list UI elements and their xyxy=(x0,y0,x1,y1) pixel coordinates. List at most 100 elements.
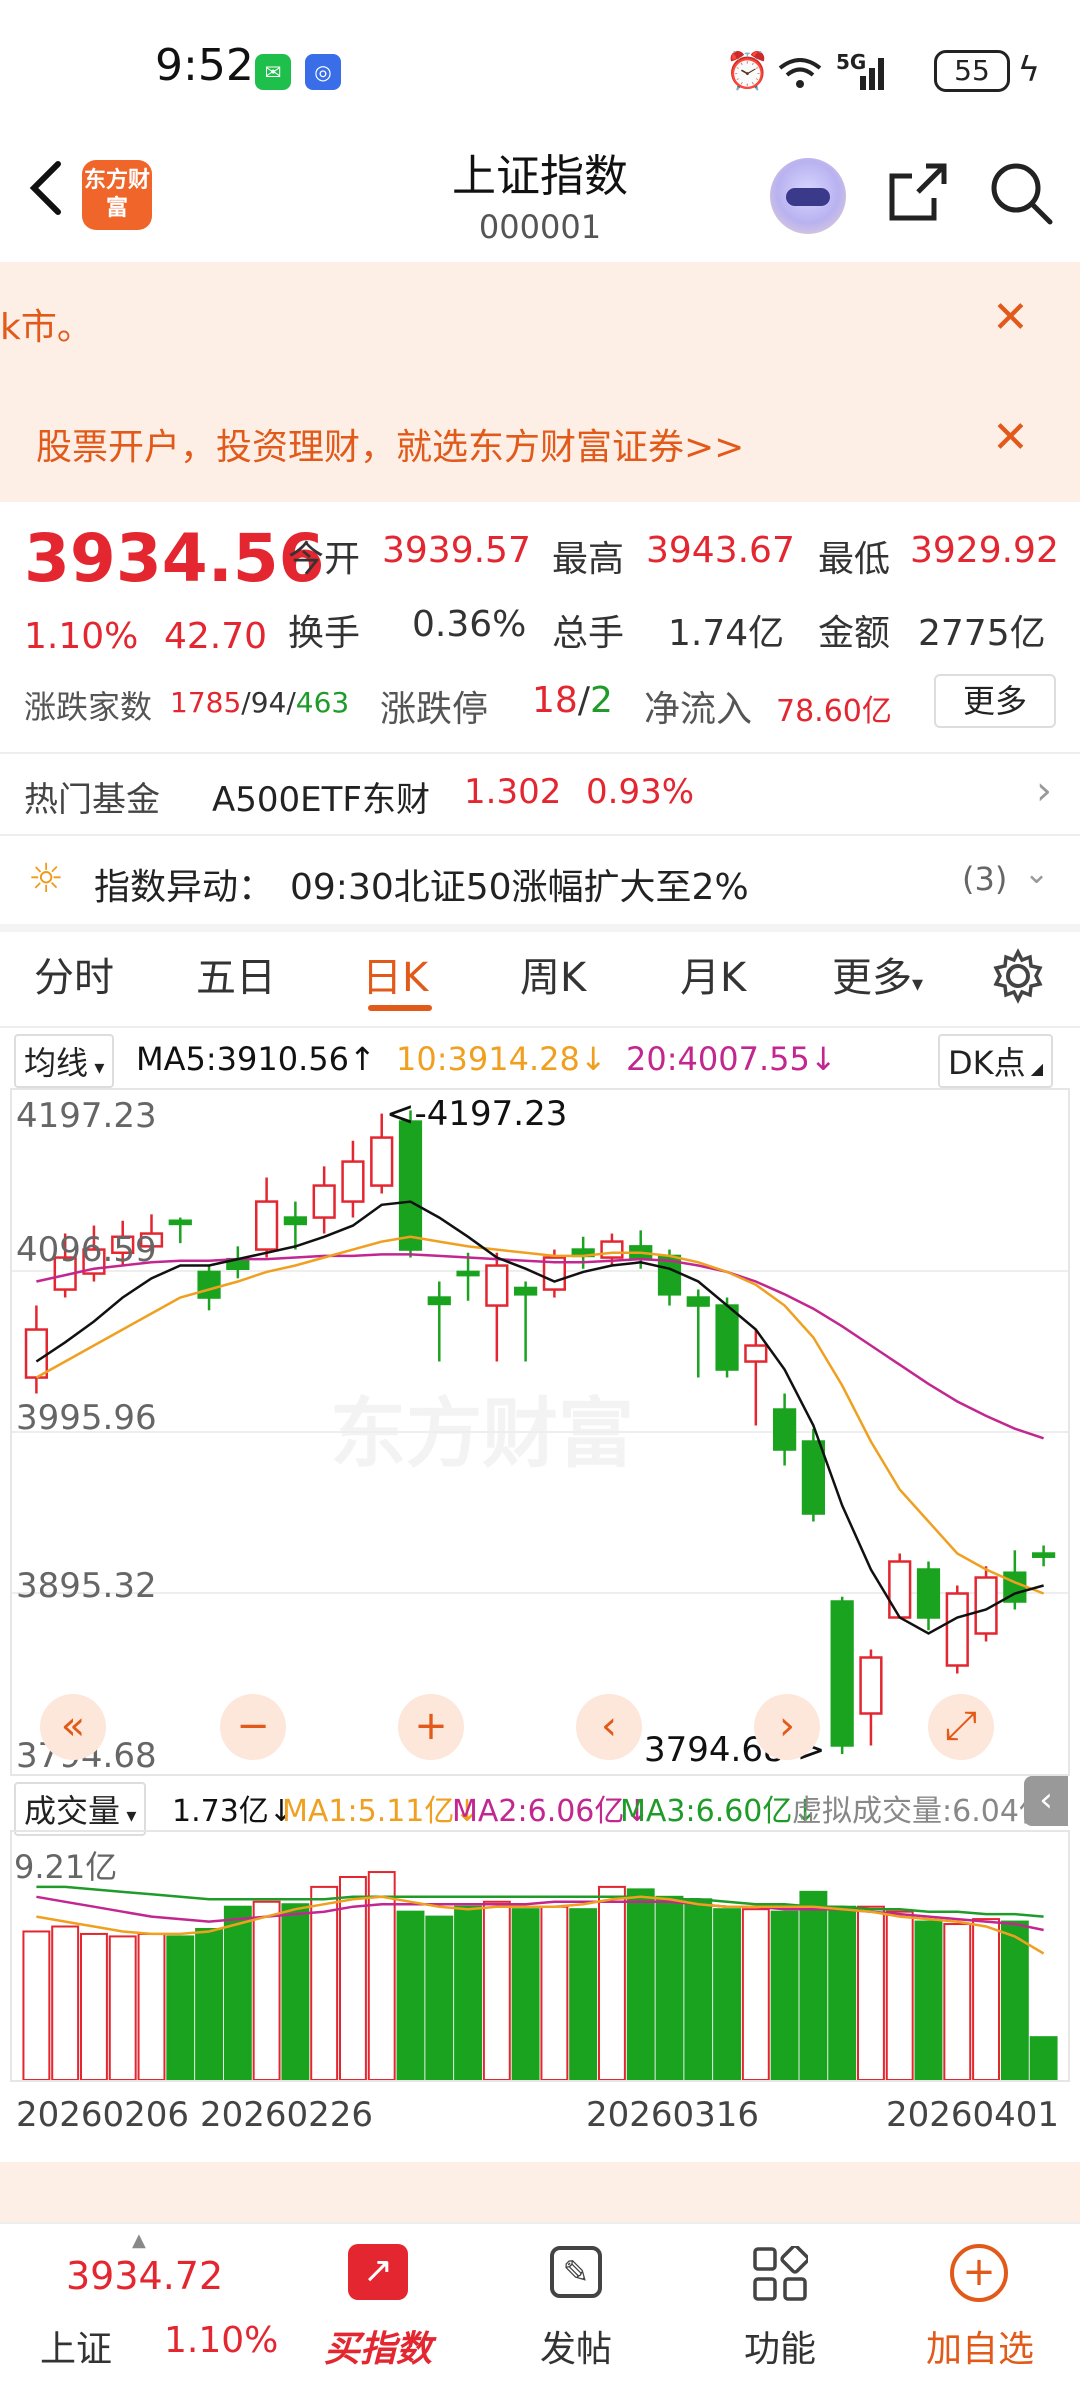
functions-button[interactable]: 功能 xyxy=(720,2224,840,2394)
tab-weekly-k[interactable]: 周K xyxy=(520,945,586,1003)
plus-circle-icon: + xyxy=(950,2244,1008,2302)
volume-bar xyxy=(482,1900,511,2080)
alarm-icon: ⏰ xyxy=(725,51,770,92)
y-axis-label: 3895.32 xyxy=(16,1566,157,1606)
candle xyxy=(168,1219,192,1226)
ma5-value: MA5:3910.56↑ xyxy=(136,1040,376,1078)
volume-label: 总手 xyxy=(552,613,625,654)
alert-count: (3) xyxy=(962,860,1008,898)
change-amount: 42.70 xyxy=(164,616,268,657)
bottom-index-price[interactable]: 3934.72 xyxy=(66,2254,223,2298)
settings-gear-icon[interactable] xyxy=(990,948,1046,1004)
volume-selector[interactable]: 成交量 ▾ xyxy=(14,1782,147,1836)
limit-label: 涨跌停 xyxy=(380,689,489,730)
bottom-index-pct: 1.10% xyxy=(164,2320,279,2361)
limit-values: 18/2 xyxy=(532,680,613,721)
candle xyxy=(255,1200,279,1251)
volume-bar xyxy=(310,1885,339,2080)
volume-bar xyxy=(511,1908,540,2080)
bottom-hint-strip xyxy=(0,2162,1080,2222)
low-label: 最低 xyxy=(818,539,891,580)
charging-icon: ϟ xyxy=(1017,50,1040,90)
x-axis-date: 20260316 xyxy=(586,2095,760,2135)
volume-bar xyxy=(943,1923,972,2080)
more-button[interactable]: 更多 xyxy=(934,674,1056,728)
close-icon[interactable]: ✕ xyxy=(992,292,1029,343)
volume-y-max: 9.21亿 xyxy=(14,1848,118,1886)
candle xyxy=(398,1120,423,1251)
alert-label: 指数异动： xyxy=(94,867,275,908)
volume-bar xyxy=(914,1920,943,2080)
collapse-panel-button[interactable]: ‹ xyxy=(1024,1776,1068,1826)
hot-fund-row[interactable]: 热门基金 A500ETF东财 1.302 0.93% › xyxy=(0,754,1080,834)
assistant-robot-icon[interactable] xyxy=(770,158,846,234)
dk-point-button[interactable]: DK点 ◢ xyxy=(938,1034,1054,1088)
tab-five-day[interactable]: 五日 xyxy=(196,945,276,1003)
x-axis-date: 20260401 xyxy=(886,2095,1060,2135)
volume-bar xyxy=(655,1895,684,2080)
ma-selector[interactable]: 均线 ▾ xyxy=(14,1034,115,1088)
volume-bar xyxy=(195,1927,224,2080)
x-axis-date: 20260226 xyxy=(200,2095,374,2135)
status-bar: 9:52 ✉ ◎ ⏰ 5G 55 ϟ xyxy=(0,0,1080,140)
notice-text: k市。 xyxy=(0,307,93,348)
volume-bar xyxy=(396,1910,425,2080)
fullscreen-icon[interactable]: ⤢ xyxy=(928,1694,994,1760)
add-watchlist-button[interactable]: + 加自选 xyxy=(920,2224,1040,2394)
turnover-value: 0.36% xyxy=(412,604,527,645)
grid-icon xyxy=(753,2246,808,2301)
hot-fund-label: 热门基金 xyxy=(24,780,160,820)
candle xyxy=(859,1656,883,1715)
step-left-button[interactable]: ‹ xyxy=(576,1694,642,1760)
volume-chart xyxy=(22,1871,1058,2080)
volume-bar xyxy=(281,1903,310,2080)
volume-ma3: MA3:6.60亿↓ xyxy=(620,1794,818,1829)
volume-bar xyxy=(885,1910,914,2080)
open-label: 今开 xyxy=(288,539,361,580)
candle xyxy=(485,1264,509,1307)
wechat-icon: ✉ xyxy=(255,54,291,90)
candle xyxy=(773,1408,797,1451)
tab-intraday[interactable]: 分时 xyxy=(34,945,114,1003)
chevron-right-icon: › xyxy=(1036,768,1052,814)
share-icon[interactable] xyxy=(886,160,950,224)
search-icon[interactable] xyxy=(988,160,1054,226)
buy-index-button[interactable]: ↗ 买指数 xyxy=(318,2224,438,2394)
battery-indicator: 55 xyxy=(934,50,1010,92)
divider xyxy=(0,1026,1080,1028)
step-right-button[interactable]: › xyxy=(754,1694,820,1760)
zoom-out-button[interactable]: − xyxy=(220,1694,286,1760)
tab-more[interactable]: 更多▾ xyxy=(832,945,923,1003)
promo-banner[interactable]: 股票开户，投资理财，就选东方财富证券>> ✕ xyxy=(0,382,1080,502)
index-alert-row[interactable]: ☼ 指数异动： 09:30北证50涨幅扩大至2% (3) ⌄ xyxy=(0,836,1080,924)
low-value: 3929.92 xyxy=(910,530,1059,571)
scroll-left-fast-button[interactable]: « xyxy=(40,1694,106,1760)
volume-bar xyxy=(22,1930,51,2080)
bottom-index-name: 上证 xyxy=(40,2329,113,2370)
kline-chart xyxy=(12,1110,1068,1754)
high-label: 最高 xyxy=(552,539,625,580)
tab-monthly-k[interactable]: 月K xyxy=(680,945,746,1003)
post-button[interactable]: ✎ 发帖 xyxy=(516,2224,636,2394)
candle xyxy=(341,1160,365,1203)
candle xyxy=(1032,1552,1056,1558)
change-percent: 1.10% xyxy=(24,616,139,657)
ma20-value: 20:4007.55↓ xyxy=(626,1040,837,1078)
close-icon[interactable]: ✕ xyxy=(992,412,1029,463)
volume-bar xyxy=(569,1908,598,2080)
tab-daily-k[interactable]: 日K xyxy=(362,945,428,1003)
notice-banner[interactable]: k市。 ✕ xyxy=(0,262,1080,382)
volume-ma1: MA1:5.11亿↓ xyxy=(282,1794,480,1829)
volume-current: 1.73亿↓ xyxy=(172,1794,294,1829)
volume-bar xyxy=(972,1918,1001,2080)
volume-bar xyxy=(626,1888,655,2080)
candle xyxy=(514,1286,538,1296)
candle xyxy=(197,1270,221,1299)
amount-label: 金额 xyxy=(818,613,891,654)
hot-fund-name: A500ETF东财 xyxy=(212,780,430,820)
zoom-in-button[interactable]: + xyxy=(398,1694,464,1760)
volume-bar xyxy=(856,1905,885,2080)
chevron-down-icon: ⌄ xyxy=(1024,856,1050,891)
app-notification-icon: ◎ xyxy=(305,54,341,90)
max-price-marker: <-4197.23 xyxy=(386,1094,568,1134)
